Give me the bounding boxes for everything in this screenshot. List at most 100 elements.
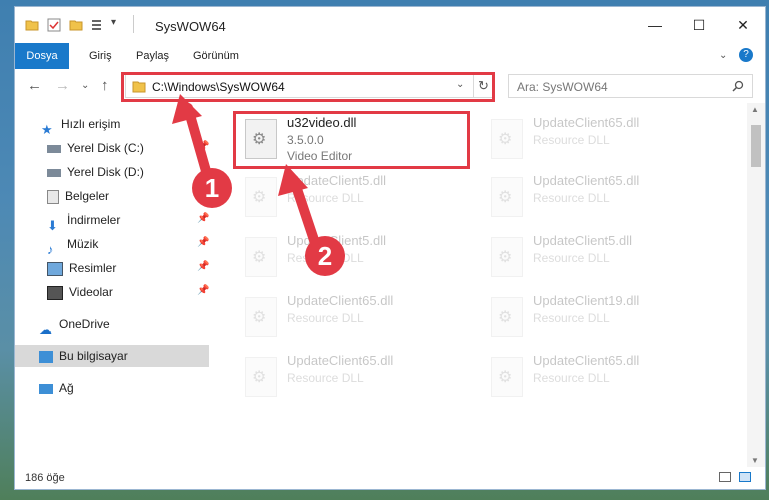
scroll-thumb[interactable] (751, 125, 761, 167)
tab-view[interactable]: Görünüm (193, 43, 239, 69)
drive-icon (47, 144, 61, 153)
dll-file-icon (245, 237, 277, 277)
tab-file[interactable]: Dosya (15, 43, 69, 69)
customize-icon[interactable] (91, 18, 105, 32)
file-name: UpdateClient65.dll (533, 173, 640, 188)
cloud-icon: ☁ (39, 321, 52, 337)
file-name: UpdateClient65.dll (533, 115, 640, 130)
nav-label: Ağ (59, 381, 74, 395)
pin-icon[interactable]: 📌 (197, 141, 209, 152)
network-icon (39, 383, 53, 394)
dll-file-icon (245, 119, 277, 159)
nav-label: Bu bilgisayar (59, 349, 128, 363)
nav-label: OneDrive (59, 317, 110, 331)
file-description: Resource DLL (533, 371, 610, 385)
file-tile[interactable]: UpdateClient5.dll Resource DLL (239, 171, 475, 227)
nav-item-music[interactable]: ♪ Müzik (47, 233, 99, 257)
tab-home[interactable]: Giriş (89, 43, 112, 69)
folder-icon (132, 81, 146, 93)
pin-icon[interactable]: 📌 (197, 213, 209, 224)
window-title: SysWOW64 (155, 19, 226, 34)
nav-item-onedrive[interactable]: ☁ OneDrive (39, 313, 110, 337)
nav-label: Müzik (67, 237, 99, 251)
item-count: 186 öğe (25, 472, 65, 484)
file-tile[interactable]: UpdateClient65.dll Resource DLL (239, 351, 475, 407)
nav-item-network[interactable]: Ağ (39, 377, 74, 399)
scroll-down-icon[interactable]: ▼ (751, 456, 759, 465)
details-view-icon[interactable] (719, 472, 731, 482)
folder-icon[interactable] (25, 18, 39, 32)
tab-share[interactable]: Paylaş (136, 43, 169, 69)
file-description: Resource DLL (287, 191, 364, 205)
file-tile[interactable]: u32video.dll 3.5.0.0 Video Editor (239, 113, 475, 169)
file-name: UpdateClient5.dll (287, 173, 387, 188)
minimize-button[interactable]: — (633, 7, 677, 43)
dll-file-icon (245, 297, 277, 337)
file-tile[interactable]: UpdateClient65.dll Resource DLL (485, 351, 721, 407)
music-icon: ♪ (47, 241, 54, 257)
recent-dropdown-icon[interactable]: ⌄ (81, 80, 89, 91)
address-bar[interactable]: C:\Windows\SysWOW64 ⌄ ↻ (125, 74, 495, 98)
file-tile[interactable]: UpdateClient65.dll Resource DLL (239, 291, 475, 347)
file-version: 3.5.0.0 (287, 133, 324, 147)
video-icon (47, 285, 63, 300)
vertical-scrollbar[interactable]: ▲ ▼ (747, 103, 765, 467)
divider (473, 75, 474, 97)
scroll-up-icon[interactable]: ▲ (751, 105, 759, 114)
file-name: UpdateClient19.dll (533, 293, 640, 308)
file-description: Resource DLL (287, 251, 364, 265)
status-bar: 186 öğe (15, 467, 765, 489)
file-tile[interactable]: UpdateClient65.dll Resource DLL (485, 113, 721, 169)
dll-file-icon (491, 237, 523, 277)
pin-icon[interactable]: 📌 (197, 237, 209, 248)
up-arrow-icon[interactable]: ↑ (101, 77, 109, 94)
nav-item-videos[interactable]: Videolar (47, 281, 113, 303)
refresh-icon[interactable]: ↻ (478, 78, 489, 94)
title-bar: ▾ SysWOW64 — ☐ ✕ (15, 7, 765, 43)
search-icon[interactable] (732, 80, 744, 92)
dll-file-icon (491, 297, 523, 337)
nav-item-disk-d[interactable]: Yerel Disk (D:) (47, 161, 144, 183)
nav-label: Resimler (69, 261, 117, 275)
search-placeholder: Ara: SysWOW64 (517, 80, 608, 94)
file-name: UpdateClient65.dll (533, 353, 640, 368)
file-description: Resource DLL (287, 371, 364, 385)
qa-dropdown-icon[interactable]: ▾ (111, 17, 116, 28)
address-path: C:\Windows\SysWOW64 (152, 80, 285, 94)
pictures-icon (47, 261, 63, 276)
computer-icon (39, 350, 53, 363)
nav-item-this-pc[interactable]: Bu bilgisayar (15, 345, 209, 367)
file-name: UpdateClient65.dll (287, 353, 394, 368)
nav-item-pictures[interactable]: Resimler (47, 257, 116, 279)
new-folder-icon[interactable] (69, 18, 83, 32)
nav-item-downloads[interactable]: ⬇ İndirmeler (47, 209, 120, 233)
forward-arrow-icon[interactable]: → (55, 77, 70, 94)
help-icon[interactable]: ? (739, 48, 753, 62)
pin-icon[interactable]: 📌 (197, 261, 209, 272)
maximize-button[interactable]: ☐ (677, 7, 721, 43)
search-box[interactable]: Ara: SysWOW64 (508, 74, 753, 98)
file-description: Resource DLL (533, 311, 610, 325)
file-name: u32video.dll (287, 115, 357, 130)
properties-icon[interactable] (47, 18, 61, 32)
address-dropdown-icon[interactable]: ⌄ (456, 79, 464, 90)
close-button[interactable]: ✕ (721, 7, 765, 43)
dll-file-icon (491, 357, 523, 397)
drive-icon (47, 168, 61, 177)
file-tile[interactable]: UpdateClient19.dll Resource DLL (485, 291, 721, 347)
back-arrow-icon[interactable]: ← (27, 77, 42, 94)
nav-item-quick-access[interactable]: ★ Hızlı erişim (41, 113, 120, 137)
file-tile[interactable]: UpdateClient5.dll Resource DLL (485, 231, 721, 287)
dll-file-icon (245, 357, 277, 397)
explorer-window: ▾ SysWOW64 — ☐ ✕ Dosya Giriş Paylaş Görü… (14, 6, 766, 490)
file-tile[interactable]: UpdateClient5.dll Resource DLL (239, 231, 475, 287)
nav-item-disk-c[interactable]: Yerel Disk (C:) (47, 137, 144, 159)
file-name: UpdateClient5.dll (533, 233, 633, 248)
nav-label: Belgeler (65, 189, 110, 203)
file-name: UpdateClient5.dll (287, 233, 387, 248)
pin-icon[interactable]: 📌 (197, 285, 209, 296)
nav-item-documents[interactable]: Belgeler (47, 185, 109, 207)
file-tile[interactable]: UpdateClient65.dll Resource DLL (485, 171, 721, 227)
expand-ribbon-icon[interactable]: ⌄ (719, 50, 727, 61)
large-icons-view-icon[interactable] (739, 472, 751, 482)
